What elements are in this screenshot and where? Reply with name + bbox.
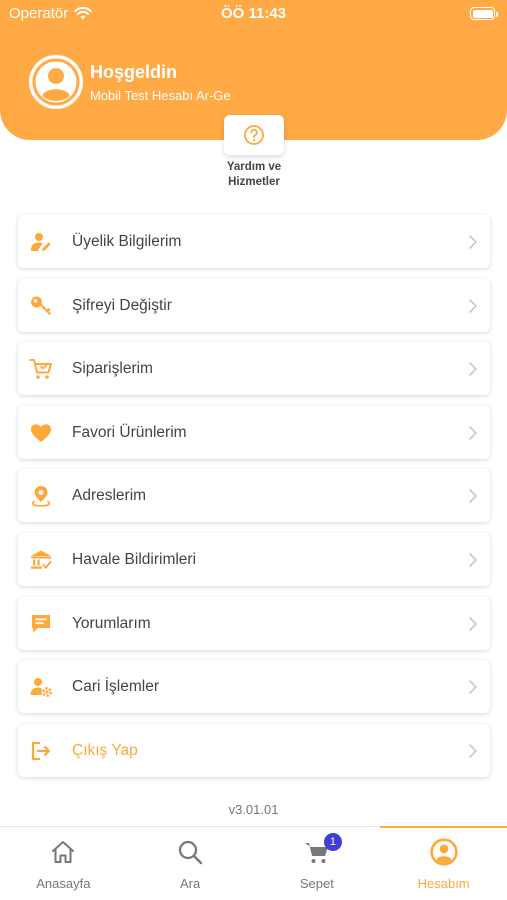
battery-icon [470, 7, 498, 20]
tab-label: Anasayfa [36, 876, 91, 891]
status-bar: Operatör ÖÖ 11:43 [0, 0, 507, 28]
chevron-right-icon [469, 680, 477, 694]
chevron-right-icon [469, 489, 477, 504]
menu-item-logout[interactable]: Çıkış Yap [18, 723, 490, 777]
tab-bar: Anasayfa Ara 1 Sepet Hesabım [0, 826, 507, 900]
help-button[interactable] [224, 115, 284, 155]
logout-icon [29, 739, 53, 763]
tab-label: Hesabım [417, 876, 470, 891]
menu-item-account-transactions[interactable]: Cari İşlemler [18, 660, 490, 714]
menu-item-reviews[interactable]: Yorumlarım [18, 596, 490, 650]
user-edit-icon [29, 230, 53, 254]
home-icon [48, 837, 78, 867]
tab-account[interactable]: Hesabım [380, 826, 507, 900]
menu-item-change-password[interactable]: Şifreyi Değiştir [18, 278, 490, 332]
menu-item-label: Üyelik Bilgilerim [72, 233, 182, 250]
cart-icon [29, 357, 53, 381]
menu-item-label: Cari İşlemler [72, 678, 159, 696]
bank-icon [29, 548, 53, 572]
menu-item-label: Favori Ürünlerim [72, 423, 187, 441]
tab-home[interactable]: Anasayfa [0, 827, 127, 900]
heart-icon [29, 421, 53, 445]
chevron-right-icon [469, 362, 477, 376]
menu-item-label: Havale Bildirimleri [72, 550, 197, 568]
tab-label: Sepet [299, 876, 334, 891]
user-settings-icon [29, 675, 53, 699]
location-pin-icon [29, 484, 53, 508]
menu-item-label: Şifreyi Değiştir [72, 296, 172, 314]
menu-item-addresses[interactable]: Adreslerim [18, 469, 490, 523]
comment-icon [29, 612, 53, 636]
menu-item-profile[interactable]: Üyelik Bilgilerim [18, 215, 490, 268]
search-icon [175, 837, 205, 867]
menu-item-orders[interactable]: Siparişlerim [18, 342, 490, 396]
chevron-right-icon [469, 553, 477, 567]
menu-item-transfer-notifications[interactable]: Havale Bildirimleri [18, 532, 490, 586]
chevron-right-icon [469, 743, 477, 758]
tab-cart[interactable]: 1 Sepet [254, 827, 381, 900]
chevron-right-icon [469, 235, 477, 249]
menu-item-label: Yorumlarım [72, 614, 151, 632]
welcome-text: Hoşgeldin [90, 62, 178, 82]
menu-item-label: Siparişlerim [72, 360, 153, 378]
key-icon [29, 294, 53, 318]
chevron-right-icon [469, 298, 477, 313]
cart-count-badge: 1 [323, 833, 342, 851]
avatar[interactable] [29, 55, 83, 109]
help-label[interactable]: Yardım ve Hizmetler [204, 160, 304, 190]
tab-label: Ara [180, 876, 201, 891]
account-menu: Üyelik Bilgilerim Şifreyi Değiştir Sipar… [18, 215, 490, 787]
user-avatar-icon [32, 58, 80, 106]
chevron-right-icon [469, 616, 477, 631]
cart-icon: 1 [302, 833, 342, 867]
menu-item-label: Çıkış Yap [72, 741, 138, 759]
clock: ÖÖ 11:43 [220, 5, 287, 22]
menu-item-label: Adreslerim [72, 487, 147, 505]
menu-item-favorites[interactable]: Favori Ürünlerim [18, 405, 490, 459]
chevron-right-icon [469, 425, 477, 440]
app-version: v3.01.01 [228, 802, 279, 817]
account-name: Mobil Test Hesabı Ar-Ge [90, 88, 231, 103]
tab-search[interactable]: Ara [127, 827, 254, 900]
question-circle-icon [244, 125, 264, 145]
account-icon [429, 837, 459, 867]
